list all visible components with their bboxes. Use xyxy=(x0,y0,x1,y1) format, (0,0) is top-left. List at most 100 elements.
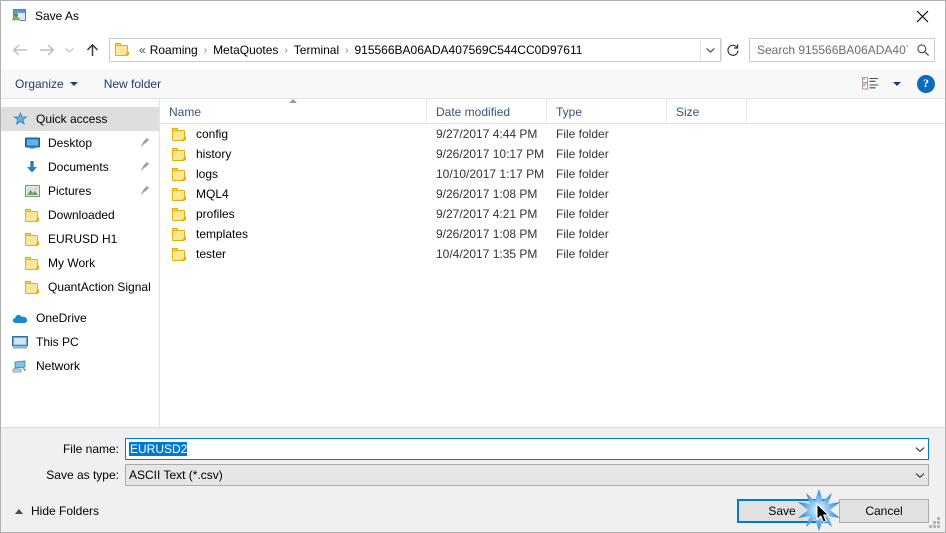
save-as-dialog: Save As « Roaming › MetaQuotes › Termina… xyxy=(0,0,946,533)
hide-folders-label: Hide Folders xyxy=(31,504,100,518)
pictures-icon xyxy=(23,183,41,199)
breadcrumb-separator[interactable]: › xyxy=(342,45,351,56)
sidebar-item-desktop[interactable]: Desktop xyxy=(1,131,159,155)
save-as-window-icon xyxy=(11,8,27,24)
save-label: Save xyxy=(768,504,796,518)
this-pc-icon xyxy=(11,334,29,350)
folder-icon xyxy=(23,279,41,295)
search-input[interactable] xyxy=(750,43,912,57)
table-row[interactable]: config 9/27/2017 4:44 PM File folder xyxy=(160,124,945,144)
breadcrumb-overflow[interactable]: « xyxy=(136,41,147,59)
folder-icon xyxy=(23,231,41,247)
file-name-input[interactable]: EURUSD2 xyxy=(126,442,911,456)
sidebar-item-eurusd-h1[interactable]: EURUSD H1 xyxy=(1,227,159,251)
sidebar-item-quantaction-signal[interactable]: QuantAction Signal xyxy=(1,275,159,299)
breadcrumb-item-0[interactable]: Roaming xyxy=(147,41,201,59)
sidebar-item-quick-access[interactable]: Quick access xyxy=(1,107,159,131)
organize-button[interactable]: Organize xyxy=(15,77,78,91)
breadcrumb-separator[interactable]: › xyxy=(281,45,290,56)
up-arrow-icon[interactable] xyxy=(79,37,105,63)
chevron-down-icon[interactable] xyxy=(911,472,928,479)
file-name-label: File name: xyxy=(62,442,119,456)
pin-icon[interactable] xyxy=(140,137,150,151)
file-date-cell: 9/26/2017 1:08 PM xyxy=(436,187,538,201)
file-type-cell: File folder xyxy=(556,187,609,201)
hide-folders-button[interactable]: Hide Folders xyxy=(11,504,99,518)
address-bar[interactable]: « Roaming › MetaQuotes › Terminal › 9155… xyxy=(109,38,721,62)
table-row[interactable]: history 9/26/2017 10:17 PM File folder xyxy=(160,144,945,164)
sidebar-item-pictures[interactable]: Pictures xyxy=(1,179,159,203)
table-row[interactable]: tester 10/4/2017 1:35 PM File folder xyxy=(160,244,945,264)
back-arrow-icon[interactable] xyxy=(7,37,33,63)
breadcrumb: « Roaming › MetaQuotes › Terminal › 9155… xyxy=(136,41,700,59)
sidebar-item-label: QuantAction Signal xyxy=(48,280,151,294)
file-type-cell: File folder xyxy=(556,207,609,221)
folder-icon xyxy=(23,207,41,223)
address-dropdown-chevron-down-icon[interactable] xyxy=(700,39,720,61)
sidebar-item-documents[interactable]: Documents xyxy=(1,155,159,179)
breadcrumb-separator[interactable]: › xyxy=(201,45,210,56)
help-icon[interactable]: ? xyxy=(917,74,935,93)
title-bar: Save As xyxy=(1,1,945,31)
dialog-body: Quick access Desktop Documents Pictures … xyxy=(1,99,945,428)
navigation-pane[interactable]: Quick access Desktop Documents Pictures … xyxy=(1,99,160,427)
sidebar-item-my-work[interactable]: My Work xyxy=(1,251,159,275)
column-header-label: Type xyxy=(556,104,583,119)
file-name-label: config xyxy=(196,127,229,141)
chevron-down-icon[interactable] xyxy=(911,446,928,453)
file-name-cell: profiles xyxy=(160,204,427,224)
close-icon[interactable] xyxy=(899,1,945,31)
sidebar-item-this-pc[interactable]: This PC xyxy=(1,330,159,354)
refresh-icon[interactable] xyxy=(721,39,743,61)
file-date-cell: 9/27/2017 4:44 PM xyxy=(436,127,538,141)
file-date-cell: 10/10/2017 1:17 PM xyxy=(436,167,545,181)
toolbar: Organize New folder ? xyxy=(1,69,945,99)
column-header-size[interactable]: Size xyxy=(667,99,747,124)
file-size-cell xyxy=(667,224,747,244)
breadcrumb-item-2[interactable]: Terminal xyxy=(291,41,342,59)
table-row[interactable]: MQL4 9/26/2017 1:08 PM File folder xyxy=(160,184,945,204)
save-button[interactable]: Save xyxy=(737,499,827,523)
column-header-type[interactable]: Type xyxy=(547,99,667,124)
file-name-cell: logs xyxy=(160,164,427,184)
cancel-button[interactable]: Cancel xyxy=(839,499,929,523)
chevron-up-icon xyxy=(15,508,23,514)
save-as-type-combobox[interactable]: ASCII Text (*.csv) xyxy=(125,464,929,486)
column-header-name[interactable]: Name xyxy=(160,99,427,124)
table-row[interactable]: profiles 9/27/2017 4:21 PM File folder xyxy=(160,204,945,224)
quick-access-star-icon xyxy=(11,111,29,127)
table-row[interactable]: templates 9/26/2017 1:08 PM File folder xyxy=(160,224,945,244)
column-header-date-modified[interactable]: Date modified xyxy=(427,99,547,124)
file-name-combobox[interactable]: EURUSD2 xyxy=(125,438,929,460)
breadcrumb-item-3[interactable]: 915566BA06ADA407569C544CC0D97611 xyxy=(351,41,585,59)
file-type-cell: File folder xyxy=(556,147,609,161)
new-folder-button[interactable]: New folder xyxy=(104,77,161,91)
view-options-icon[interactable] xyxy=(862,77,879,90)
file-name-value: EURUSD2 xyxy=(129,442,188,456)
pin-icon[interactable] xyxy=(140,185,150,199)
file-size-cell xyxy=(667,144,747,164)
dialog-footer: Hide Folders Save Cancel xyxy=(1,490,945,532)
sidebar-item-onedrive[interactable]: OneDrive xyxy=(1,306,159,330)
search-box[interactable] xyxy=(749,38,935,62)
documents-download-icon xyxy=(23,159,41,175)
recent-locations-chevron-icon[interactable] xyxy=(59,37,79,63)
folder-icon xyxy=(115,43,131,57)
file-type-cell: File folder xyxy=(556,247,609,261)
forward-arrow-icon[interactable] xyxy=(33,37,59,63)
column-header-label: Date modified xyxy=(436,104,511,119)
file-list-pane: Name Date modified Type Size config 9/27… xyxy=(160,99,945,427)
resize-grip-icon[interactable] xyxy=(929,517,941,529)
column-header-row: Name Date modified Type Size xyxy=(160,99,945,124)
file-size-cell xyxy=(667,184,747,204)
sidebar-item-network[interactable]: Network xyxy=(1,354,159,378)
file-name-row: File name: EURUSD2 xyxy=(1,438,945,460)
view-chevron-down-icon[interactable] xyxy=(893,81,901,86)
chevron-down-icon xyxy=(69,81,78,86)
file-type-cell: File folder xyxy=(556,227,609,241)
table-row[interactable]: logs 10/10/2017 1:17 PM File folder xyxy=(160,164,945,184)
breadcrumb-item-1[interactable]: MetaQuotes xyxy=(210,41,281,59)
sidebar-item-downloaded[interactable]: Downloaded xyxy=(1,203,159,227)
pin-icon[interactable] xyxy=(140,161,150,175)
